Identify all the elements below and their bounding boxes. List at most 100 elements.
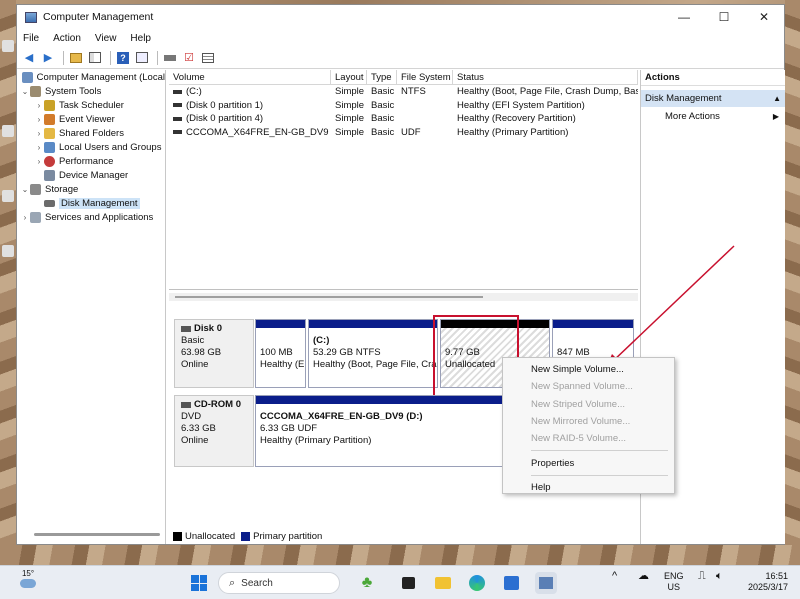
menu-action[interactable]: Action [53,33,81,44]
column-header-file-system[interactable]: File System [397,70,453,84]
volume-name: (Disk 0 partition 1) [186,99,264,111]
table-row[interactable]: (C:) Simple Basic NTFS Healthy (Boot, Pa… [169,85,638,99]
maximize-button[interactable]: ☐ [704,10,744,24]
volume-list-header: Volume Layout Type File System Status [169,70,638,85]
partition-efi[interactable]: 100 MB Healthy (E [255,319,306,388]
show-hidden-icons-chevron-icon[interactable]: ^ [612,571,617,582]
column-header-type[interactable]: Type [367,70,397,84]
tree-item-device-manager[interactable]: Device Manager [18,168,165,182]
help-icon[interactable]: ? [115,50,131,66]
tree-item-storage[interactable]: ⌄ Storage [18,182,165,196]
cdrom-0-label[interactable]: CD-ROM 0 DVD 6.33 GB Online [174,395,254,467]
volume-type: Basic [371,99,395,111]
collapse-chevron-icon[interactable]: ⌄ [20,185,30,194]
volume-fs: UDF [401,126,421,138]
menu-view[interactable]: View [95,33,117,44]
tree-item-task-scheduler[interactable]: › Task Scheduler [18,98,165,112]
tree-item-shared-folders[interactable]: › Shared Folders [18,126,165,140]
tree-horizontal-scrollbar[interactable] [34,533,160,536]
table-row[interactable]: (Disk 0 partition 1) Simple Basic Health… [169,99,638,113]
menu-item-new-raid5-volume: New RAID-5 Volume... [531,433,627,445]
computer-management-taskbar-icon[interactable] [535,572,557,594]
tree-label: Computer Management (Local [36,71,165,83]
tree-label: System Tools [45,85,102,97]
annotation-arrow [606,245,735,368]
volume-speaker-icon[interactable]: 🔈︎ [716,571,723,582]
weather-widget[interactable]: 15° [16,569,40,595]
expand-chevron-icon[interactable]: › [34,129,44,138]
tree-item-event-viewer[interactable]: › Event Viewer [18,112,165,126]
menu-help[interactable]: Help [130,33,151,44]
language-bottom: US [667,582,681,592]
partition-size: 100 MB [260,347,293,358]
tree-label: Performance [59,155,114,167]
properties-icon[interactable] [134,50,150,66]
table-row[interactable]: (Disk 0 partition 4) Simple Basic Health… [169,112,638,126]
minimize-button[interactable]: — [664,10,704,24]
actions-section-label: Disk Management [645,93,722,104]
language-top: ENG [664,571,684,581]
task-view-icon[interactable] [397,572,419,594]
tree-item-disk-management[interactable]: Disk Management [18,196,165,210]
expand-chevron-icon[interactable]: › [34,101,44,110]
collapse-triangle-icon[interactable]: ▲ [773,94,781,103]
show-hide-tree-icon[interactable] [87,50,103,66]
table-row[interactable]: CCCOMA_X64FRE_EN-GB_DV9 (D:) Simple Basi… [169,126,638,140]
clock-icon [44,99,55,111]
desktop-icon[interactable] [2,190,14,202]
tree-item-performance[interactable]: › Performance [18,154,165,168]
volume-list-horizontal-scrollbar[interactable] [169,293,638,301]
menu-item-help[interactable]: Help [503,479,674,496]
volume-list: Volume Layout Type File System Status (C… [169,70,638,290]
checklist-icon[interactable]: ☑ [181,50,197,66]
expand-chevron-icon[interactable]: › [34,157,44,166]
connect-icon[interactable] [162,50,178,66]
collapse-chevron-icon[interactable]: ⌄ [20,87,30,96]
back-arrow-icon[interactable]: ◀ [21,50,37,66]
microsoft-store-icon[interactable] [500,572,522,594]
desktop-icon[interactable] [2,125,14,137]
list-view-icon[interactable] [200,50,216,66]
disk-type: DVD [181,411,202,422]
arrow-shaft [611,245,735,363]
expand-chevron-icon[interactable]: › [34,143,44,152]
forward-arrow-icon[interactable]: ▶ [40,50,56,66]
disk-name: Disk 0 [194,323,222,334]
column-header-status[interactable]: Status [453,70,638,84]
volume-fs: NTFS [401,86,426,98]
desktop-icon[interactable] [2,245,14,257]
toolbar: ◀ ▶ ? ☑ [17,47,784,69]
file-explorer-icon[interactable] [432,572,454,594]
up-folder-icon[interactable] [68,50,84,66]
tree-root[interactable]: Computer Management (Local [18,70,165,84]
disk-0-label[interactable]: Disk 0 Basic 63.98 GB Online [174,319,254,388]
menu-item-new-simple-volume[interactable]: New Simple Volume... [503,361,674,378]
actions-section-disk-management[interactable]: Disk Management ▲ [641,90,785,107]
search-placeholder: Search [241,577,273,589]
close-button[interactable]: ✕ [744,10,784,24]
language-indicator[interactable]: ENG US [664,571,684,593]
network-icon[interactable]: ⎍ [698,571,706,582]
tree-item-system-tools[interactable]: ⌄ System Tools [18,84,165,98]
clover-widget-icon[interactable]: ♣ [356,572,378,594]
partition-c[interactable]: (C:) 53.29 GB NTFS Healthy (Boot, Page F… [308,319,438,388]
menu-item-properties[interactable]: Properties [503,454,674,471]
taskbar-search[interactable]: ⌕ Search [218,572,340,594]
clock[interactable]: 16:51 2025/3/17 [742,571,788,593]
menu-file[interactable]: File [23,33,39,44]
context-menu: New Simple Volume... New Spanned Volume.… [502,357,675,494]
expand-chevron-icon[interactable]: › [20,213,30,222]
tree-item-services[interactable]: › Services and Applications [18,210,165,224]
title-bar[interactable]: Computer Management — ☐ ✕ [17,5,784,29]
expand-chevron-icon[interactable]: › [34,115,44,124]
network-cloud-icon[interactable]: ☁ [638,571,649,582]
edge-browser-icon[interactable] [466,572,488,594]
column-header-volume[interactable]: Volume [169,70,331,84]
column-header-layout[interactable]: Layout [331,70,367,84]
storage-icon [30,183,41,195]
tree-item-local-users[interactable]: › Local Users and Groups [18,140,165,154]
start-button[interactable] [188,572,210,594]
scrollbar-thumb[interactable] [175,296,483,298]
desktop-icon[interactable] [2,40,14,52]
more-actions-item[interactable]: More Actions ▶ [641,107,785,125]
